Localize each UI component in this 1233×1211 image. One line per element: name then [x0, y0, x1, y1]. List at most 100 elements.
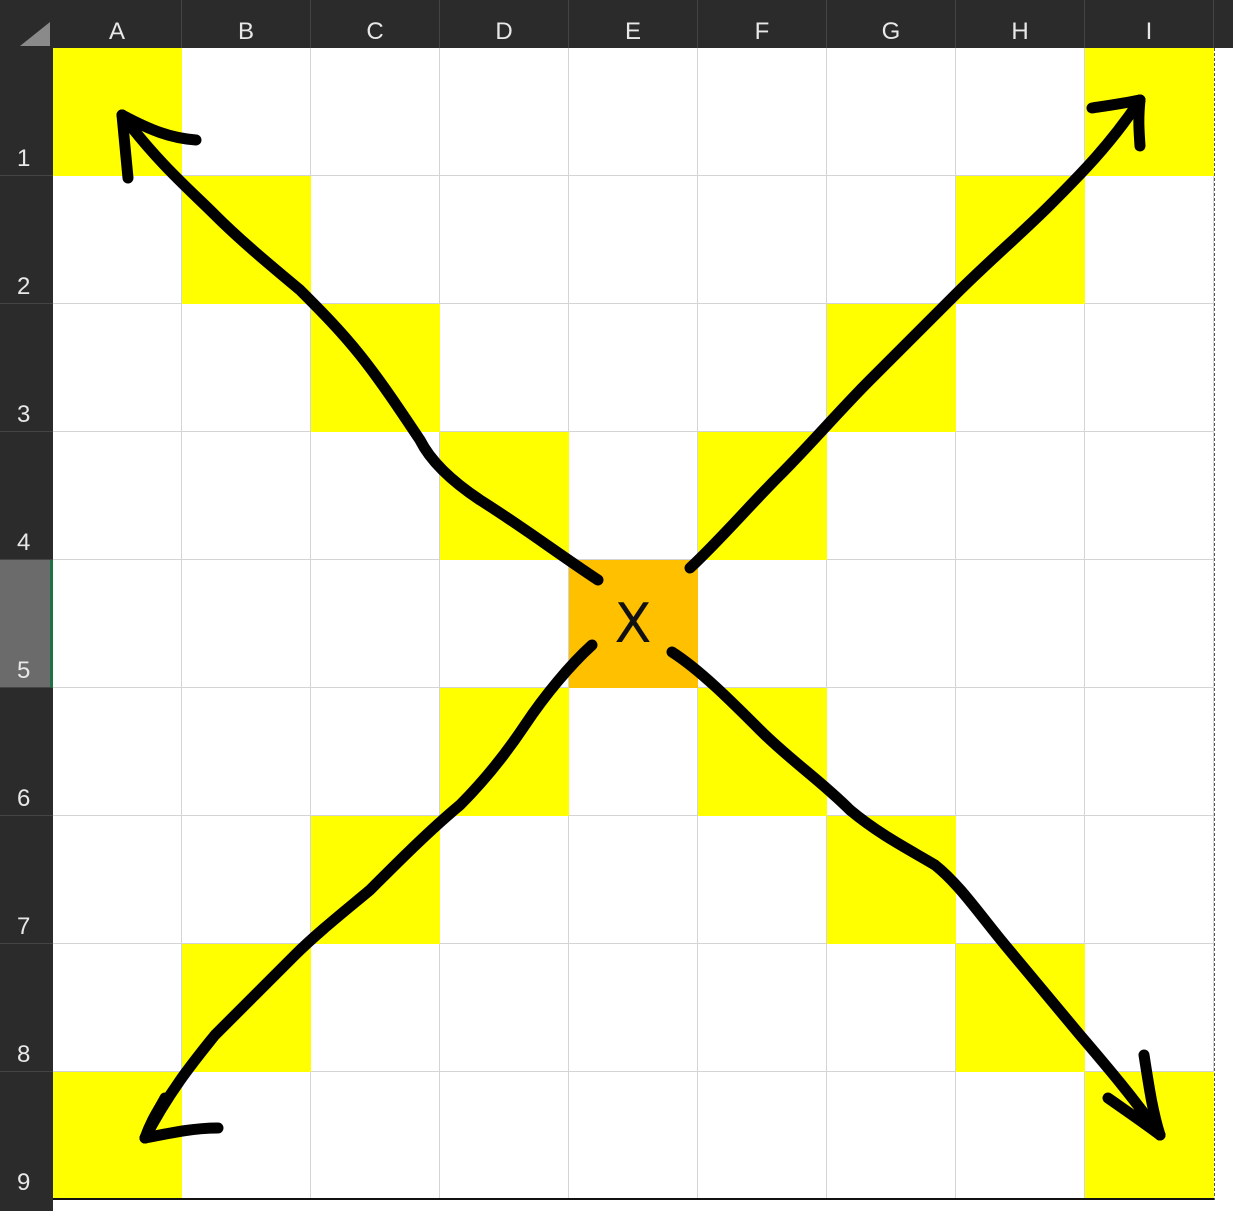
cell-d5[interactable] — [440, 560, 569, 688]
cell-c4[interactable] — [311, 432, 440, 560]
cell-g5[interactable] — [827, 560, 956, 688]
cell-d2[interactable] — [440, 176, 569, 304]
cell-b2[interactable] — [182, 176, 311, 304]
cell-f7[interactable] — [698, 816, 827, 944]
cell-f2[interactable] — [698, 176, 827, 304]
cell-a8[interactable] — [53, 944, 182, 1072]
cell-d8[interactable] — [440, 944, 569, 1072]
cell-c2[interactable] — [311, 176, 440, 304]
row-header-2[interactable]: 2 — [0, 176, 53, 304]
cell-f3[interactable] — [698, 304, 827, 432]
cell-f5[interactable] — [698, 560, 827, 688]
cell-c6[interactable] — [311, 688, 440, 816]
cell-d7[interactable] — [440, 816, 569, 944]
cell-h7[interactable] — [956, 816, 1085, 944]
column-header-c[interactable]: C — [311, 0, 440, 48]
cell-g2[interactable] — [827, 176, 956, 304]
cell-g1[interactable] — [827, 48, 956, 176]
row-header-5[interactable]: 5 — [0, 560, 53, 688]
row-header-4[interactable]: 4 — [0, 432, 53, 560]
cell-e1[interactable] — [569, 48, 698, 176]
cell-h1[interactable] — [956, 48, 1085, 176]
cell-e6[interactable] — [569, 688, 698, 816]
cell-d3[interactable] — [440, 304, 569, 432]
cell-a1[interactable] — [53, 48, 182, 176]
cell-i3[interactable] — [1085, 304, 1214, 432]
cell-i9[interactable] — [1085, 1072, 1214, 1200]
column-header-g[interactable]: G — [827, 0, 956, 48]
cell-b9[interactable] — [182, 1072, 311, 1200]
cell-b1[interactable] — [182, 48, 311, 176]
cell-e2[interactable] — [569, 176, 698, 304]
column-header-h[interactable]: H — [956, 0, 1085, 48]
cell-g4[interactable] — [827, 432, 956, 560]
cell-c3[interactable] — [311, 304, 440, 432]
cell-i8[interactable] — [1085, 944, 1214, 1072]
cell-g6[interactable] — [827, 688, 956, 816]
cell-c9[interactable] — [311, 1072, 440, 1200]
cell-d6[interactable] — [440, 688, 569, 816]
cell-e8[interactable] — [569, 944, 698, 1072]
cell-a3[interactable] — [53, 304, 182, 432]
cell-a9[interactable] — [53, 1072, 182, 1200]
cell-d1[interactable] — [440, 48, 569, 176]
column-header-d[interactable]: D — [440, 0, 569, 48]
column-header-i[interactable]: I — [1085, 0, 1214, 48]
cell-f9[interactable] — [698, 1072, 827, 1200]
cell-b3[interactable] — [182, 304, 311, 432]
cell-i4[interactable] — [1085, 432, 1214, 560]
cell-e3[interactable] — [569, 304, 698, 432]
cell-a2[interactable] — [53, 176, 182, 304]
cell-i7[interactable] — [1085, 816, 1214, 944]
cell-a6[interactable] — [53, 688, 182, 816]
cell-g8[interactable] — [827, 944, 956, 1072]
cell-b7[interactable] — [182, 816, 311, 944]
row-header-8[interactable]: 8 — [0, 944, 53, 1072]
cell-g9[interactable] — [827, 1072, 956, 1200]
cell-f1[interactable] — [698, 48, 827, 176]
cell-h8[interactable] — [956, 944, 1085, 1072]
select-all-button[interactable] — [0, 0, 53, 48]
row-header-3[interactable]: 3 — [0, 304, 53, 432]
row-header-1[interactable]: 1 — [0, 48, 53, 176]
cell-i1[interactable] — [1085, 48, 1214, 176]
cell-a5[interactable] — [53, 560, 182, 688]
cell-h5[interactable] — [956, 560, 1085, 688]
cell-c5[interactable] — [311, 560, 440, 688]
row-header-7[interactable]: 7 — [0, 816, 53, 944]
cell-e4[interactable] — [569, 432, 698, 560]
cell-f4[interactable] — [698, 432, 827, 560]
cell-h2[interactable] — [956, 176, 1085, 304]
cell-f6[interactable] — [698, 688, 827, 816]
cell-b5[interactable] — [182, 560, 311, 688]
cell-i2[interactable] — [1085, 176, 1214, 304]
cell-a4[interactable] — [53, 432, 182, 560]
cell-h6[interactable] — [956, 688, 1085, 816]
cell-b6[interactable] — [182, 688, 311, 816]
cell-e5[interactable]: X — [569, 560, 698, 688]
cell-g7[interactable] — [827, 816, 956, 944]
cell-d9[interactable] — [440, 1072, 569, 1200]
cell-c8[interactable] — [311, 944, 440, 1072]
column-header-a[interactable]: A — [53, 0, 182, 48]
cell-c1[interactable] — [311, 48, 440, 176]
cell-d4[interactable] — [440, 432, 569, 560]
cell-g3[interactable] — [827, 304, 956, 432]
cell-h9[interactable] — [956, 1072, 1085, 1200]
cell-b8[interactable] — [182, 944, 311, 1072]
cell-e9[interactable] — [569, 1072, 698, 1200]
row-header-6[interactable]: 6 — [0, 688, 53, 816]
cell-h3[interactable] — [956, 304, 1085, 432]
column-header-e[interactable]: E — [569, 0, 698, 48]
cell-i6[interactable] — [1085, 688, 1214, 816]
column-header-f[interactable]: F — [698, 0, 827, 48]
row-header-9[interactable]: 9 — [0, 1072, 53, 1200]
cell-c7[interactable] — [311, 816, 440, 944]
column-header-b[interactable]: B — [182, 0, 311, 48]
cell-a7[interactable] — [53, 816, 182, 944]
cell-f8[interactable] — [698, 944, 827, 1072]
cell-h4[interactable] — [956, 432, 1085, 560]
cell-i5[interactable] — [1085, 560, 1214, 688]
cell-e7[interactable] — [569, 816, 698, 944]
cell-b4[interactable] — [182, 432, 311, 560]
